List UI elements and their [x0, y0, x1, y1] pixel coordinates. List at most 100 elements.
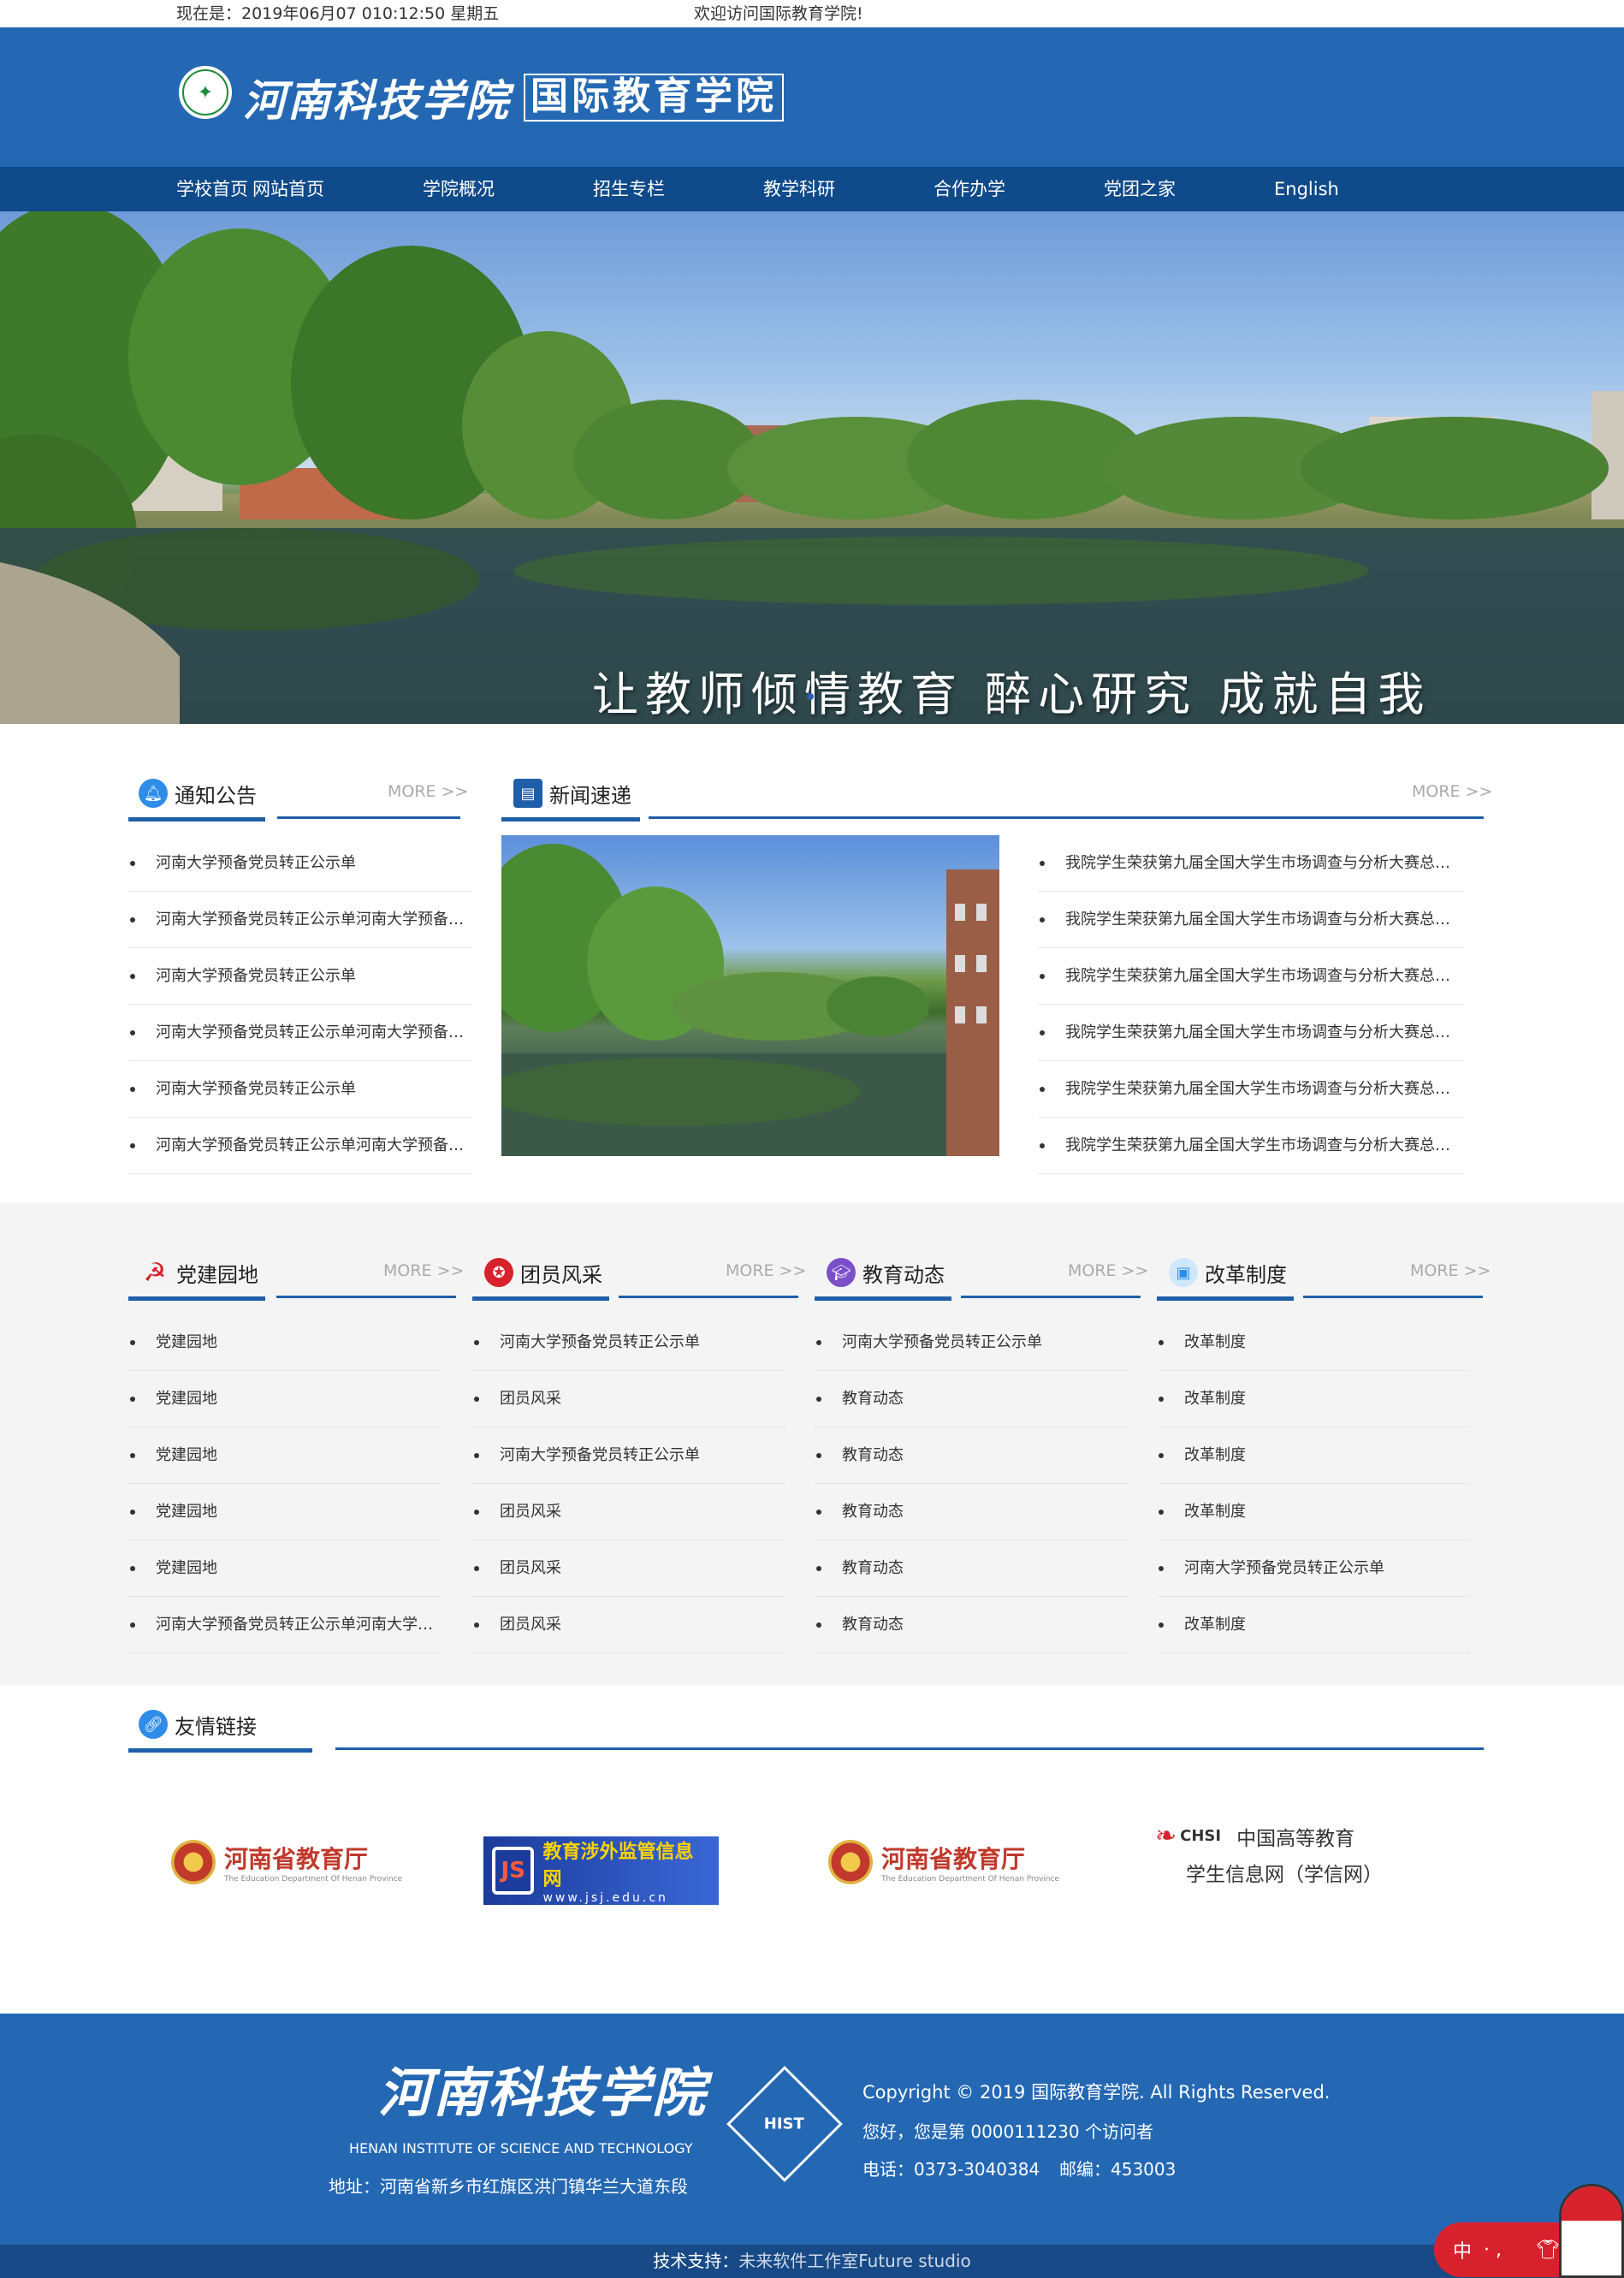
list-item[interactable]: 河南大学预备党员转正公示单 [472, 1427, 785, 1484]
notices-header: 🔔︎ 通知公告 [139, 772, 257, 815]
news-list: 我院学生荣获第九届全国大学生市场调查与分析大赛总决... 我院学生荣获第九届全国… [1038, 835, 1464, 1174]
footer-seal-text: HIST [764, 2115, 805, 2133]
list-item[interactable]: 我院学生荣获第九届全国大学生市场调查与分析大赛总决... [1038, 835, 1464, 892]
list-item[interactable]: 改革制度 [1157, 1371, 1470, 1427]
list-item[interactable]: 河南大学预备党员转正公示单河南大学预备党... [128, 892, 472, 948]
link-henan-education-2[interactable]: 河南省教育厅 The Education Department Of Henan… [828, 1840, 1059, 1884]
list-item[interactable]: 党建园地 [128, 1314, 442, 1371]
language-toggle-dots: · , [1484, 2239, 1502, 2261]
nav-item-party[interactable]: 党团之家 [1104, 167, 1274, 211]
document-icon: ▣ [1169, 1258, 1198, 1287]
news-header: ▤ 新闻速递 [513, 772, 631, 815]
list-item[interactable]: 团员风采 [472, 1371, 785, 1427]
welcome-message: 欢迎访问国际教育学院! [694, 4, 863, 23]
list-item[interactable]: 我院学生荣获第九届全国大学生市场调查与分析大赛总决... [1038, 948, 1464, 1005]
list-item[interactable]: 河南大学预备党员转正公示单 [1157, 1540, 1470, 1597]
newspaper-icon: ▤ [513, 779, 542, 808]
nav-item-site-home[interactable]: 网站首页 [252, 167, 423, 211]
reform-more-link[interactable]: MORE >> [1410, 1261, 1491, 1280]
list-item[interactable]: 团员风采 [472, 1484, 785, 1540]
list-item[interactable]: 教育动态 [815, 1371, 1128, 1427]
list-item[interactable]: 教育动态 [815, 1427, 1128, 1484]
link-logo-name-2: 学生信息网（学信网） [1186, 1864, 1383, 1886]
party-more-link[interactable]: MORE >> [383, 1261, 464, 1280]
footer-address: 地址：河南省新乡市红旗区洪门镇华兰大道东段 [329, 2176, 688, 2197]
list-item[interactable]: 我院学生荣获第九届全国大学生市场调查与分析大赛总决... [1038, 892, 1464, 948]
school-name-logo[interactable]: 河南科技学院 [243, 67, 510, 128]
national-emblem-icon [171, 1840, 216, 1884]
hero-banner[interactable]: 让教师倾情教育 醉心研究 成就自我 [0, 211, 1624, 724]
list-item[interactable]: 教育动态 [815, 1597, 1128, 1653]
nav-item-about[interactable]: 学院概况 [423, 167, 593, 211]
link-jsj[interactable]: JS 教育涉外监管信息网 www.jsj.edu.cn [483, 1836, 719, 1905]
main-nav: 学校首页 网站首页 学院概况 招生专栏 教学科研 合作办学 党团之家 Engli… [0, 167, 1624, 211]
site-footer: 河南科技学院 HENAN INSTITUTE OF SCIENCE AND TE… [0, 2014, 1624, 2245]
league-icon: ✪ [484, 1258, 513, 1287]
nav-item-admissions[interactable]: 招生专栏 [593, 167, 763, 211]
site-header: ✦ 河南科技学院 国际教育学院 [0, 27, 1624, 167]
list-item[interactable]: 河南大学预备党员转正公示单河南大学预... [128, 1597, 442, 1653]
list-item[interactable]: 改革制度 [1157, 1597, 1470, 1653]
party-list: 党建园地 党建园地 党建园地 党建园地 党建园地 河南大学预备党员转正公示单河南… [128, 1314, 442, 1653]
news-photo[interactable] [501, 835, 999, 1156]
links-header: 🔗︎ 友情链接 [139, 1703, 257, 1746]
notices-title: 通知公告 [175, 783, 257, 808]
list-item[interactable]: 河南大学预备党员转正公示单 [128, 835, 472, 892]
footer-seal-icon: HIST [726, 2066, 843, 2182]
notices-title-underline [128, 817, 265, 822]
links-title-underline [128, 1748, 312, 1753]
list-item[interactable]: 党建园地 [128, 1540, 442, 1597]
list-item[interactable]: 团员风采 [472, 1540, 785, 1597]
list-item[interactable]: 教育动态 [815, 1484, 1128, 1540]
school-seal-icon[interactable]: ✦ [176, 63, 234, 122]
link-chsi[interactable]: ❧ CHSI 中国高等教育 学生信息网（学信网） [1155, 1821, 1383, 1887]
list-item[interactable]: 教育动态 [815, 1540, 1128, 1597]
league-rule [619, 1296, 798, 1298]
league-list: 河南大学预备党员转正公示单 团员风采 河南大学预备党员转正公示单 团员风采 团员… [472, 1314, 785, 1653]
list-item[interactable]: 改革制度 [1157, 1484, 1470, 1540]
education-more-link[interactable]: MORE >> [1068, 1261, 1148, 1280]
reform-title-underline [1157, 1296, 1294, 1301]
slide-indicator-dot[interactable] [807, 693, 814, 700]
party-header: ☭ 党建园地 [140, 1251, 258, 1294]
league-title: 团员风采 [520, 1262, 602, 1287]
chsi-swoosh-icon: ❧ [1155, 1821, 1177, 1851]
news-more-link[interactable]: MORE >> [1412, 782, 1492, 801]
nav-item-school-home[interactable]: 学校首页 [82, 167, 252, 211]
list-item[interactable]: 改革制度 [1157, 1427, 1470, 1484]
notices-more-link[interactable]: MORE >> [388, 782, 468, 801]
national-emblem-icon [828, 1840, 873, 1884]
list-item[interactable]: 河南大学预备党员转正公示单河南大学预备党... [128, 1005, 472, 1061]
jsj-logo-icon: JS [492, 1847, 535, 1895]
education-header: 🎓︎ 教育动态 [827, 1251, 945, 1294]
list-item[interactable]: 我院学生荣获第九届全国大学生市场调查与分析大赛总决... [1038, 1005, 1464, 1061]
list-item[interactable]: 河南大学预备党员转正公示单 [815, 1314, 1128, 1371]
list-item[interactable]: 党建园地 [128, 1484, 442, 1540]
tech-support-value[interactable]: 未来软件工作室Future studio [738, 2251, 970, 2271]
list-item[interactable]: 河南大学预备党员转正公示单 [472, 1314, 785, 1371]
nav-item-english[interactable]: English [1274, 167, 1444, 211]
list-item[interactable]: 我院学生荣获第九届全国大学生市场调查与分析大赛总决... [1038, 1118, 1464, 1174]
college-name-logo[interactable]: 国际教育学院 [524, 74, 784, 122]
reform-rule [1303, 1296, 1483, 1298]
nav-item-research[interactable]: 教学科研 [763, 167, 934, 211]
party-title: 党建园地 [176, 1262, 258, 1287]
news-title: 新闻速递 [549, 783, 631, 808]
notices-rule [277, 816, 460, 819]
footer-school-logo: 河南科技学院 [378, 2061, 708, 2124]
nav-item-cooperation[interactable]: 合作办学 [934, 167, 1104, 211]
list-item[interactable]: 河南大学预备党员转正公示单河南大学预备党... [128, 1118, 472, 1174]
list-item[interactable]: 党建园地 [128, 1371, 442, 1427]
list-item[interactable]: 改革制度 [1157, 1314, 1470, 1371]
list-item[interactable]: 河南大学预备党员转正公示单 [128, 948, 472, 1005]
footer-phone: 电话：0373-3040384 [862, 2159, 1040, 2180]
mascot-icon[interactable] [1559, 2184, 1624, 2278]
list-item[interactable]: 团员风采 [472, 1597, 785, 1653]
list-item[interactable]: 我院学生荣获第九届全国大学生市场调查与分析大赛总决... [1038, 1061, 1464, 1118]
reform-header: ▣ 改革制度 [1169, 1251, 1287, 1294]
link-henan-education[interactable]: 河南省教育厅 The Education Department Of Henan… [171, 1840, 402, 1884]
league-more-link[interactable]: MORE >> [726, 1261, 806, 1280]
list-item[interactable]: 河南大学预备党员转正公示单 [128, 1061, 472, 1118]
tech-support-bar: 技术支持：未来软件工作室Future studio [0, 2245, 1624, 2278]
list-item[interactable]: 党建园地 [128, 1427, 442, 1484]
